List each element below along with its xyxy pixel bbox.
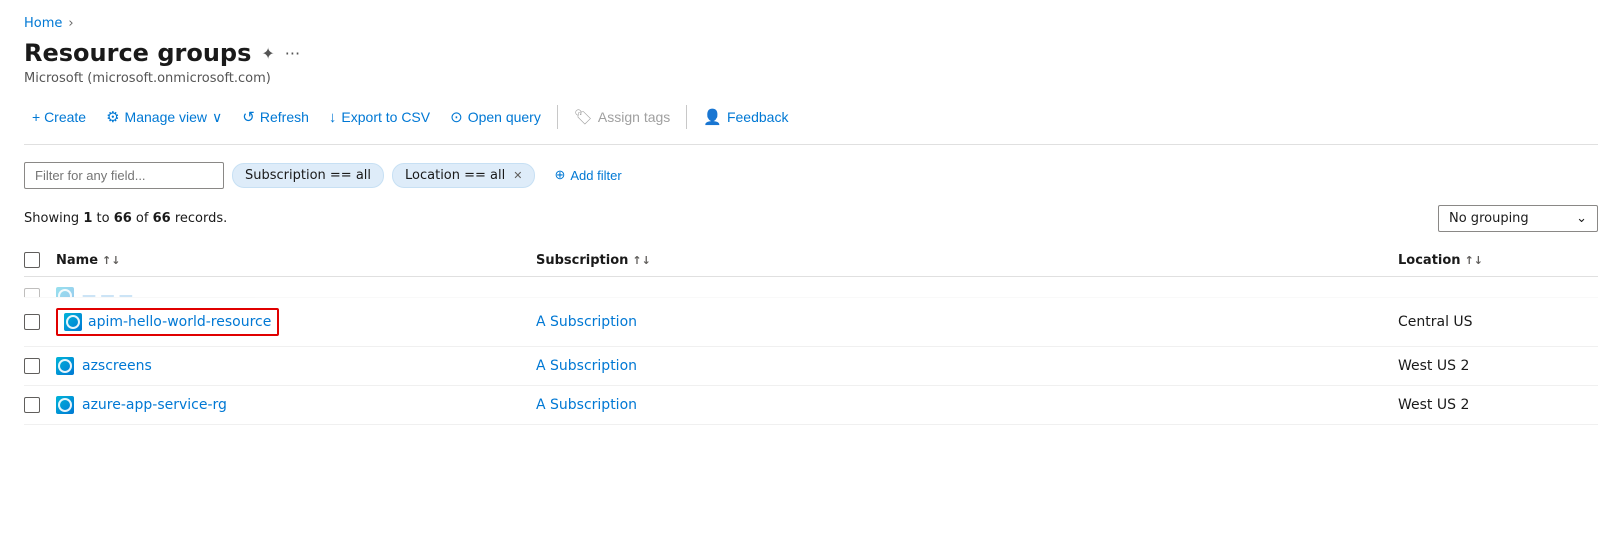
records-bar: Showing 1 to 66 of 66 records. No groupi… <box>24 205 1598 232</box>
grouping-dropdown[interactable]: No grouping ⌄ <box>1438 205 1598 232</box>
add-filter-icon: ⊕ <box>554 167 565 183</box>
subscription-sort-icon[interactable]: ↑↓ <box>632 254 650 267</box>
subscription-filter-tag[interactable]: Subscription == all <box>232 163 384 188</box>
page-subtitle: Microsoft (microsoft.onmicrosoft.com) <box>24 71 1598 86</box>
resource-group-icon <box>56 287 74 298</box>
pin-icon[interactable]: ✦ <box>261 44 274 63</box>
subscription-column-header[interactable]: Subscription ↑↓ <box>536 253 1398 268</box>
resource-name-cell-1[interactable]: azscreens <box>56 357 536 375</box>
resource-name-truncated[interactable]: — — — <box>56 287 536 298</box>
row-checkbox-1[interactable] <box>24 358 40 374</box>
toolbar-divider-1 <box>557 105 558 129</box>
refresh-icon: ↺ <box>242 108 255 126</box>
location-cell-0: Central US <box>1398 314 1598 330</box>
grouping-chevron-icon: ⌄ <box>1576 211 1587 226</box>
resource-group-icon-1 <box>56 357 74 375</box>
toolbar: + Create ⚙ Manage view ∨ ↺ Refresh ↓ Exp… <box>24 102 1598 145</box>
resource-name-cell-0[interactable]: apim-hello-world-resource <box>56 308 536 336</box>
location-filter-close[interactable]: ✕ <box>513 169 522 182</box>
open-query-button[interactable]: ⊙ Open query <box>442 102 549 132</box>
manage-view-button[interactable]: ⚙ Manage view ∨ <box>98 102 230 132</box>
breadcrumb-separator: › <box>68 16 73 31</box>
location-cell-2: West US 2 <box>1398 397 1598 413</box>
filter-bar: Subscription == all Location == all ✕ ⊕ … <box>24 161 1598 189</box>
download-icon: ↓ <box>329 109 337 126</box>
query-icon: ⊙ <box>450 108 463 126</box>
create-button[interactable]: + Create <box>24 103 94 131</box>
name-column-header[interactable]: Name ↑↓ <box>56 253 536 268</box>
table-row: azure-app-service-rg A Subscription West… <box>24 386 1598 425</box>
refresh-button[interactable]: ↺ Refresh <box>234 102 317 132</box>
location-column-header[interactable]: Location ↑↓ <box>1398 253 1598 268</box>
table-header-row: Name ↑↓ Subscription ↑↓ Location ↑↓ <box>24 244 1598 277</box>
select-all-checkbox[interactable] <box>24 252 40 268</box>
subscription-cell-0[interactable]: A Subscription <box>536 314 1398 330</box>
page-title: Resource groups <box>24 39 251 67</box>
resource-group-icon-0 <box>64 313 82 331</box>
table-row: azscreens A Subscription West US 2 <box>24 347 1598 386</box>
tag-icon: 🏷 <box>574 108 593 126</box>
row-checkbox-2[interactable] <box>24 397 40 413</box>
location-sort-icon[interactable]: ↑↓ <box>1465 254 1483 267</box>
resource-group-icon-2 <box>56 396 74 414</box>
resource-groups-table: Name ↑↓ Subscription ↑↓ Location ↑↓ — — … <box>24 244 1598 425</box>
location-filter-label: Location == all <box>405 168 505 183</box>
page-header: Resource groups ✦ ··· <box>24 39 1598 67</box>
subscription-cell-2[interactable]: A Subscription <box>536 397 1398 413</box>
feedback-button[interactable]: 👤 Feedback <box>695 102 796 132</box>
chevron-down-icon: ∨ <box>212 109 222 126</box>
filter-input[interactable] <box>24 162 224 189</box>
gear-icon: ⚙ <box>106 108 119 126</box>
location-filter-tag[interactable]: Location == all ✕ <box>392 163 535 188</box>
row-checkbox-truncated[interactable] <box>24 288 40 298</box>
breadcrumb-home-link[interactable]: Home <box>24 16 62 31</box>
subscription-cell-1[interactable]: A Subscription <box>536 358 1398 374</box>
assign-tags-button[interactable]: 🏷 Assign tags <box>566 102 678 132</box>
location-cell-1: West US 2 <box>1398 358 1598 374</box>
table-row-truncated: — — — <box>24 277 1598 298</box>
row-checkbox-0[interactable] <box>24 314 40 330</box>
breadcrumb: Home › <box>24 16 1598 31</box>
name-sort-icon[interactable]: ↑↓ <box>102 254 120 267</box>
feedback-icon: 👤 <box>703 108 722 126</box>
select-all-checkbox-cell <box>24 252 56 268</box>
subscription-filter-label: Subscription == all <box>245 168 371 183</box>
page-container: Home › Resource groups ✦ ··· Microsoft (… <box>0 0 1622 537</box>
records-count-text: Showing 1 to 66 of 66 records. <box>24 211 227 226</box>
resource-name-cell-2[interactable]: azure-app-service-rg <box>56 396 536 414</box>
export-csv-button[interactable]: ↓ Export to CSV <box>321 103 438 132</box>
more-options-icon[interactable]: ··· <box>285 44 300 63</box>
toolbar-divider-2 <box>686 105 687 129</box>
table-row: apim-hello-world-resource A Subscription… <box>24 298 1598 347</box>
add-filter-button[interactable]: ⊕ Add filter <box>543 161 632 189</box>
